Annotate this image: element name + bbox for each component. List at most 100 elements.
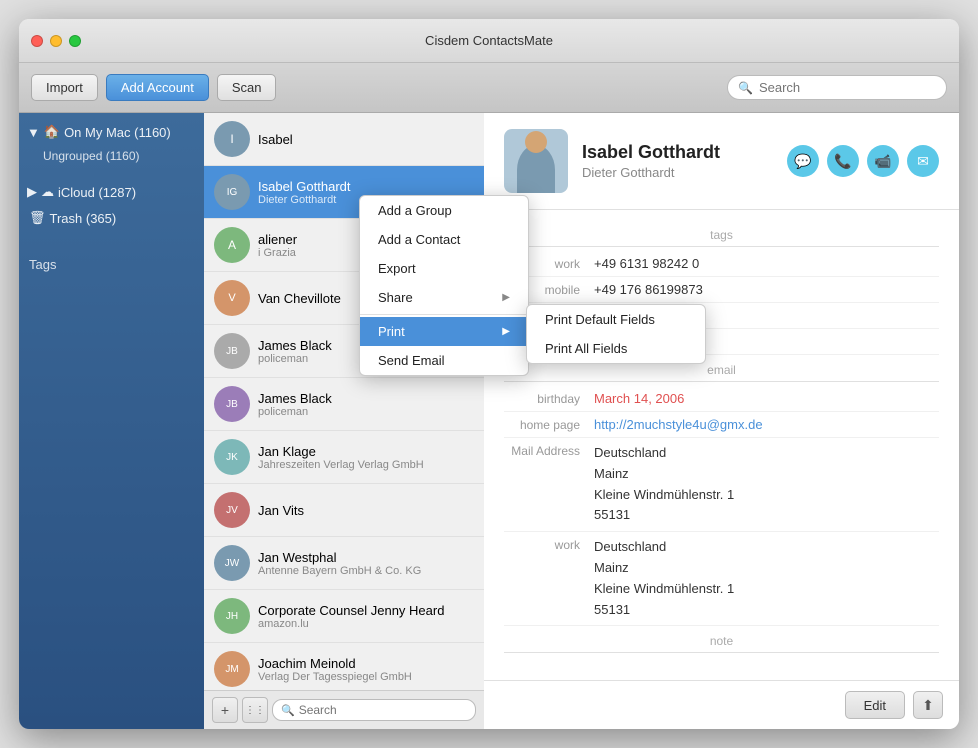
detail-name-block: Isabel Gotthardt Dieter Gotthardt (582, 142, 773, 180)
sidebar-item-trash[interactable]: 🗑 Trash (365) (19, 205, 204, 231)
avatar-body (517, 145, 555, 193)
contact-item-isabel[interactable]: I Isabel (204, 113, 484, 166)
avatar: V (214, 280, 250, 316)
sidebar-icloud-section: ▶ ☁ iCloud (1287) 🗑 Trash (365) (19, 173, 204, 237)
email-button[interactable]: ✉ (907, 145, 939, 177)
cloud-icon: ☁ (41, 184, 54, 200)
maximize-button[interactable] (69, 35, 81, 47)
chevron-right-icon: ▶ (27, 184, 37, 200)
video-icon: 📹 (874, 153, 891, 170)
close-button[interactable] (31, 35, 43, 47)
context-menu-item-add-contact[interactable]: Add a Contact (360, 225, 528, 254)
contact-subtitle: Jahreszeiten Verlag Verlag GmbH (258, 459, 474, 471)
contact-list-panel: Add a Group Add a Contact Export Share ▶… (204, 113, 484, 729)
detail-contact-name: Isabel Gotthardt (582, 142, 773, 163)
detail-footer: Edit ⬆ (484, 680, 959, 729)
contact-name: Isabel (258, 132, 474, 147)
contact-subtitle: Verlag Der Tagesspiegel GmbH (258, 671, 474, 683)
add-contact-button[interactable]: + (212, 697, 238, 723)
detail-label: work (504, 537, 594, 552)
contact-name: Jan Klage (258, 444, 474, 459)
contact-item-joachim-meinold[interactable]: JM Joachim Meinold Verlag Der Tagesspieg… (204, 643, 484, 690)
avatar: JK (214, 439, 250, 475)
contact-info: Joachim Meinold Verlag Der Tagesspiegel … (258, 656, 474, 683)
detail-contact-subname: Dieter Gotthardt (582, 165, 773, 180)
main-window: Cisdem ContactsMate Import Add Account S… (19, 19, 959, 729)
contact-name: Jan Westphal (258, 550, 474, 565)
submenu-item-print-default[interactable]: Print Default Fields (527, 305, 705, 334)
contact-name: James Black (258, 391, 474, 406)
global-search-bar[interactable]: 🔍 (727, 75, 947, 100)
avatar: JW (214, 545, 250, 581)
toolbar: Import Add Account Scan 🔍 (19, 63, 959, 113)
sidebar-tags-label: Tags (29, 257, 56, 272)
contact-name: Isabel Gotthardt (258, 179, 474, 194)
window-title: Cisdem ContactsMate (425, 33, 553, 48)
sidebar-tags-section: Tags (19, 247, 204, 282)
options-button[interactable]: ⋮⋮ (242, 697, 268, 723)
contact-info: Jan Vits (258, 503, 474, 518)
sidebar-on-my-mac-label: On My Mac (1160) (64, 125, 171, 140)
list-search-input[interactable] (299, 703, 467, 717)
import-button[interactable]: Import (31, 74, 98, 101)
contact-name: Corporate Counsel Jenny Heard (258, 603, 474, 618)
home-icon: 🏠 (44, 124, 60, 140)
sidebar-item-on-my-mac[interactable]: ▼ 🏠 On My Mac (1160) (19, 119, 204, 145)
context-menu-item-share[interactable]: Share ▶ (360, 283, 528, 312)
tags-section-label: tags (504, 220, 939, 246)
minimize-button[interactable] (50, 35, 62, 47)
contact-item-jan-westphal[interactable]: JW Jan Westphal Antenne Bayern GmbH & Co… (204, 537, 484, 590)
sidebar-icloud-label: iCloud (1287) (58, 185, 136, 200)
add-account-button[interactable]: Add Account (106, 74, 209, 101)
avatar: I (214, 121, 250, 157)
detail-panel: Isabel Gotthardt Dieter Gotthardt 💬 📞 📹 … (484, 113, 959, 729)
detail-row-homepage: home page http://2muchstyle4u@gmx.de (504, 412, 939, 438)
contact-subtitle: Antenne Bayern GmbH & Co. KG (258, 565, 474, 577)
context-menu-item-export[interactable]: Export (360, 254, 528, 283)
detail-label: Mail Address (504, 443, 594, 458)
contact-subtitle: amazon.lu (258, 618, 474, 630)
context-menu-item-add-group[interactable]: Add a Group (360, 196, 528, 225)
message-button[interactable]: 💬 (787, 145, 819, 177)
contact-info: Corporate Counsel Jenny Heard amazon.lu (258, 603, 474, 630)
contact-info: James Black policeman (258, 391, 474, 418)
global-search-input[interactable] (759, 80, 936, 95)
contact-info: Jan Westphal Antenne Bayern GmbH & Co. K… (258, 550, 474, 577)
video-button[interactable]: 📹 (867, 145, 899, 177)
detail-value: +49 6131 98242 0 (594, 256, 939, 271)
detail-row-birthday: birthday March 14, 2006 (504, 386, 939, 412)
detail-value-work-address: DeutschlandMainzKleine Windmühlenstr. 15… (594, 537, 939, 620)
contact-subtitle: policeman (258, 406, 474, 418)
sidebar-item-icloud[interactable]: ▶ ☁ iCloud (1287) (19, 179, 204, 205)
detail-avatar (504, 129, 568, 193)
share-button[interactable]: ⬆ (913, 691, 943, 719)
list-search-bar[interactable]: 🔍 (272, 699, 476, 721)
detail-label: birthday (504, 391, 594, 406)
edit-button[interactable]: Edit (845, 691, 905, 719)
contact-info: Isabel (258, 132, 474, 147)
sidebar-item-ungrouped[interactable]: Ungrouped (1160) (19, 145, 204, 167)
message-icon: 💬 (794, 153, 811, 170)
plus-icon: + (221, 702, 229, 718)
traffic-lights (31, 35, 81, 47)
context-menu-item-send-email[interactable]: Send Email (360, 346, 528, 375)
scan-button[interactable]: Scan (217, 74, 277, 101)
print-submenu: Print Default Fields Print All Fields (526, 304, 706, 364)
avatar: A (214, 227, 250, 263)
contact-item-james-black-2[interactable]: JB James Black policeman (204, 378, 484, 431)
contact-item-jenny-heard[interactable]: JH Corporate Counsel Jenny Heard amazon.… (204, 590, 484, 643)
avatar-head (525, 131, 547, 153)
context-menu-item-print[interactable]: Print ▶ (360, 317, 528, 346)
phone-icon: 📞 (834, 153, 851, 170)
avatar: JB (214, 386, 250, 422)
submenu-item-print-all[interactable]: Print All Fields (527, 334, 705, 363)
contact-item-jan-klage[interactable]: JK Jan Klage Jahreszeiten Verlag Verlag … (204, 431, 484, 484)
phone-button[interactable]: 📞 (827, 145, 859, 177)
avatar: JH (214, 598, 250, 634)
contact-name: Jan Vits (258, 503, 474, 518)
detail-row-mobile-1: mobile +49 176 86199873 (504, 277, 939, 303)
detail-body: tags work +49 6131 98242 0 mobile +49 17… (484, 210, 959, 680)
detail-value-homepage[interactable]: http://2muchstyle4u@gmx.de (594, 417, 939, 432)
contact-item-jan-vits[interactable]: JV Jan Vits (204, 484, 484, 537)
sidebar-trash-label: Trash (365) (50, 211, 117, 226)
